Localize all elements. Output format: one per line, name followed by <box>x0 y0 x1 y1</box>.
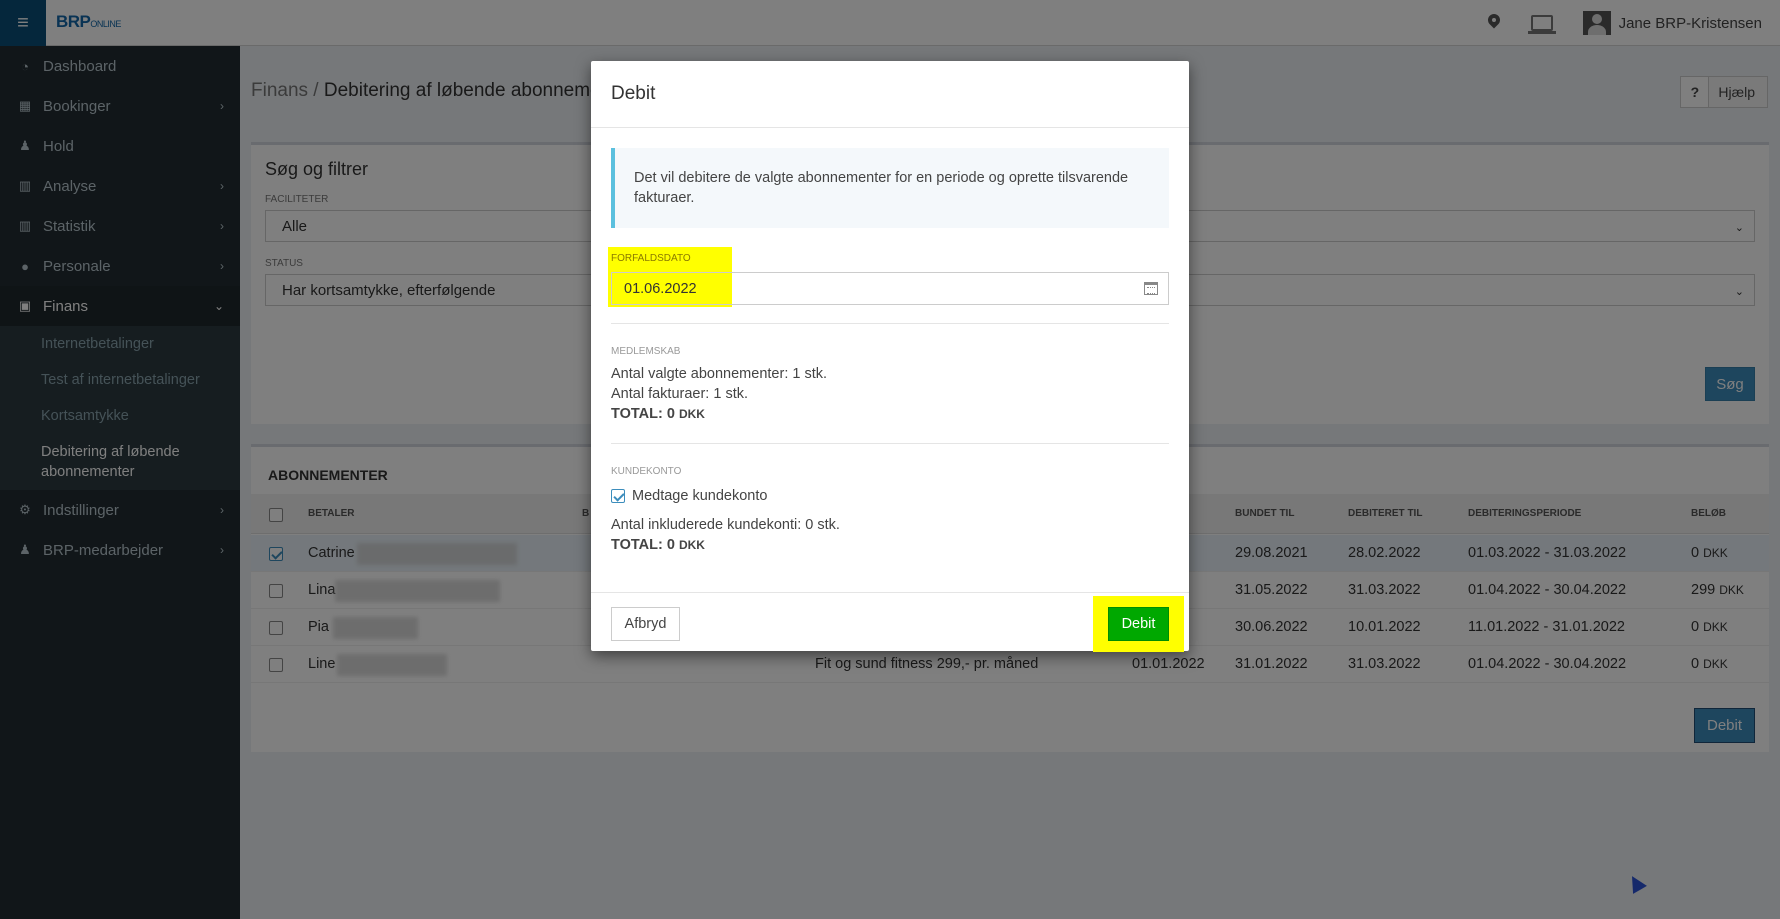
account-total-value: TOTAL: 0 <box>611 537 675 553</box>
due-date-input[interactable]: 01.06.2022 <box>611 272 1169 305</box>
due-date-value: 01.06.2022 <box>624 280 697 297</box>
cancel-button[interactable]: Afbryd <box>611 607 680 641</box>
info-callout: Det vil debitere de valgte abonnementer … <box>611 148 1169 228</box>
currency: DKK <box>678 407 705 421</box>
due-date-label: FORFALDSDATO <box>611 253 691 264</box>
membership-total: TOTAL: 0 DKK <box>611 406 705 422</box>
included-accounts: Antal inkluderede kundekonti: 0 stk. <box>611 517 840 533</box>
include-account-label[interactable]: Medtage kundekonto <box>632 488 767 504</box>
currency: DKK <box>678 538 705 552</box>
invoice-count: Antal fakturaer: 1 stk. <box>611 386 749 402</box>
confirm-debit-button[interactable]: Debit <box>1108 607 1169 641</box>
include-account-checkbox[interactable] <box>611 489 625 503</box>
membership-total-value: TOTAL: 0 <box>611 406 675 422</box>
selected-count: Antal valgte abonnementer: 1 stk. <box>611 366 828 382</box>
divider <box>611 323 1169 324</box>
calendar-icon[interactable] <box>1144 282 1158 295</box>
modal-title: Debit <box>611 83 656 104</box>
divider <box>591 592 1189 593</box>
debit-modal: Debit Det vil debitere de valgte abonnem… <box>591 61 1189 652</box>
membership-label: MEDLEMSKAB <box>611 346 681 357</box>
account-total: TOTAL: 0 DKK <box>611 537 705 553</box>
account-label: KUNDEKONTO <box>611 466 682 477</box>
divider <box>591 127 1189 128</box>
divider <box>611 443 1169 444</box>
